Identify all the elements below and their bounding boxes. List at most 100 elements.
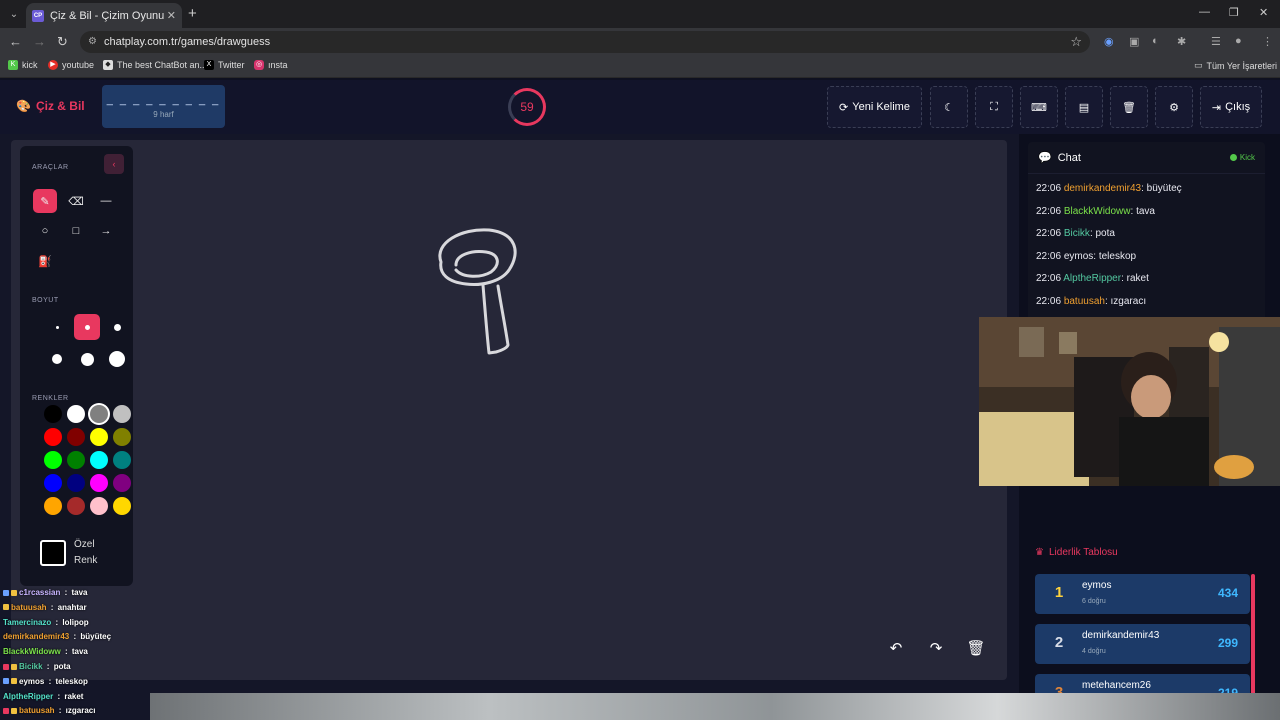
forward-button[interactable]: →	[33, 34, 46, 49]
message-user[interactable]: Bicikk	[1064, 228, 1090, 239]
color-swatch[interactable]	[90, 497, 108, 515]
color-swatch[interactable]	[113, 405, 131, 423]
player-rank: 2	[1054, 634, 1064, 651]
bookmark-twitter[interactable]: X Twitter	[204, 60, 245, 70]
size-option[interactable]	[104, 346, 130, 372]
reading-list-icon[interactable]: ☰	[1211, 35, 1221, 48]
extensions-puzzle-icon[interactable]: ✱	[1177, 35, 1186, 48]
dark-mode-button[interactable]: ☾	[930, 86, 968, 128]
extension-icon[interactable]: ▣	[1129, 35, 1139, 48]
eraser-icon: ⌫	[68, 195, 84, 208]
word-mask: _ _ _ _ _ _ _ _ _	[106, 94, 221, 106]
player-correct-count: 4 doğru	[1082, 648, 1106, 655]
color-swatch[interactable]	[113, 428, 131, 446]
clear-canvas-button[interactable]: 🗑	[961, 633, 991, 663]
size-option[interactable]	[44, 314, 70, 340]
color-swatch[interactable]	[90, 474, 108, 492]
chat-message: 22:06 AlptheRipper: raket	[1036, 273, 1149, 285]
undo-button[interactable]: ↶	[881, 633, 911, 663]
new-word-button[interactable]: ⟳ Yeni Kelime	[827, 86, 922, 128]
restore-button[interactable]: ❐	[1229, 6, 1239, 19]
message-user[interactable]: demirkandemir43	[1064, 183, 1141, 194]
color-swatch[interactable]	[44, 451, 62, 469]
settings-button[interactable]: ⚙	[1155, 86, 1193, 128]
profile-avatar[interactable]: ●	[1235, 35, 1242, 47]
line-tool[interactable]: —	[94, 189, 118, 213]
color-swatch[interactable]	[67, 497, 85, 515]
color-swatch[interactable]	[67, 405, 85, 423]
collapse-panel-button[interactable]: ‹	[104, 154, 124, 174]
size-label: BOYUT	[32, 297, 59, 304]
fill-tool[interactable]: ⛽	[33, 249, 57, 273]
size-option[interactable]	[74, 314, 100, 340]
color-swatch[interactable]	[44, 497, 62, 515]
url-bar[interactable]: ⚙ chatplay.com.tr/games/drawguess ☆	[80, 31, 1090, 53]
overlay-chat-line: batuusah : ızgaracı	[3, 706, 95, 715]
overlay-chat-line: demirkandemir43 : büyüteç	[3, 632, 112, 642]
leaderboard-row: 2 demirkandemir43 4 doğru 299	[1035, 624, 1250, 664]
tab-search-button[interactable]: ⌄	[4, 4, 24, 24]
reload-button[interactable]: ↻	[57, 34, 68, 50]
chat-header: 💬 Chat Kick	[1028, 142, 1265, 174]
color-swatch[interactable]	[113, 451, 131, 469]
window-close-button[interactable]: ✕	[1259, 6, 1268, 19]
bookmark-insta[interactable]: ◎ ınsta	[254, 60, 288, 70]
bookmark-youtube[interactable]: ▶ youtube	[48, 60, 94, 70]
pencil-tool[interactable]: ✎	[33, 189, 57, 213]
custom-color-button[interactable]: Özel Renk	[40, 536, 120, 570]
message-user[interactable]: batuusah	[1064, 296, 1105, 307]
redo-button[interactable]: ↷	[921, 633, 951, 663]
browser-tab[interactable]: CP Çiz & Bil - Çizim Oyunu ✕	[26, 3, 182, 28]
size-option[interactable]	[104, 314, 130, 340]
bookmark-chatbot[interactable]: ◆ The best ChatBot an...	[103, 60, 207, 70]
color-swatch[interactable]	[44, 428, 62, 446]
tab-close-icon[interactable]: ✕	[167, 9, 176, 22]
bookmark-kick[interactable]: Kkick	[8, 60, 38, 70]
color-swatch[interactable]	[44, 405, 62, 423]
pencil-icon: ✎	[40, 195, 50, 208]
color-swatch[interactable]	[90, 428, 108, 446]
archive-button[interactable]: ▤	[1065, 86, 1103, 128]
overlay-chat-line: batuusah : anahtar	[3, 603, 87, 612]
color-swatch[interactable]	[113, 497, 131, 515]
drawing-canvas[interactable]: ARAÇLAR ‹ ✎ ⌫ — ○ □ → ⛽ BOYUT RENKLER Öz…	[11, 140, 1007, 680]
message-user[interactable]: eymos	[1064, 251, 1093, 262]
circle-tool[interactable]: ○	[33, 219, 57, 243]
color-swatch[interactable]	[44, 474, 62, 492]
back-button[interactable]: ←	[9, 34, 22, 49]
size-option[interactable]	[44, 346, 70, 372]
color-swatch[interactable]	[67, 451, 85, 469]
bookmark-star-icon[interactable]: ☆	[1070, 34, 1082, 50]
color-swatch[interactable]	[90, 451, 108, 469]
overlay-user: Bicikk	[19, 662, 43, 671]
new-tab-button[interactable]: +	[188, 5, 197, 22]
rectangle-tool[interactable]: □	[64, 219, 88, 243]
fullscreen-button[interactable]: ⛶	[975, 86, 1013, 128]
browser-tab-strip: ⌄ CP Çiz & Bil - Çizim Oyunu ✕ + — ❐ ✕	[0, 0, 1280, 28]
color-swatch[interactable]	[90, 405, 108, 423]
message-text: teleskop	[1098, 250, 1137, 262]
color-swatch[interactable]	[113, 474, 131, 492]
status-dot	[1229, 154, 1237, 161]
message-user[interactable]: BlackkWidoww	[1064, 206, 1131, 217]
extension-icon[interactable]: ◐	[1152, 35, 1159, 47]
color-swatch[interactable]	[67, 474, 85, 492]
color-swatch[interactable]	[67, 428, 85, 446]
all-bookmarks[interactable]: ▭ Tüm Yer İşaretleri	[1194, 60, 1277, 71]
overlay-text: lolipop	[62, 617, 89, 627]
overlay-text: raket	[64, 691, 84, 701]
exit-button[interactable]: ⇥ Çıkış	[1200, 86, 1262, 128]
eraser-tool[interactable]: ⌫	[64, 189, 88, 213]
keyboard-button[interactable]: ⌨	[1020, 86, 1058, 128]
tools-label: ARAÇLAR	[32, 164, 69, 171]
size-option[interactable]	[74, 346, 100, 372]
delete-button[interactable]: 🗑	[1110, 86, 1148, 128]
badge-icon	[3, 663, 9, 670]
site-info-icon[interactable]: ⚙	[88, 36, 97, 47]
extension-icon[interactable]: ◉	[1104, 35, 1114, 48]
message-user[interactable]: AlptheRipper	[1063, 273, 1121, 284]
undo-icon: ↶	[889, 640, 903, 657]
arrow-tool[interactable]: →	[94, 219, 118, 243]
minimize-button[interactable]: —	[1199, 6, 1210, 18]
browser-menu-icon[interactable]: ⋮	[1262, 35, 1273, 48]
